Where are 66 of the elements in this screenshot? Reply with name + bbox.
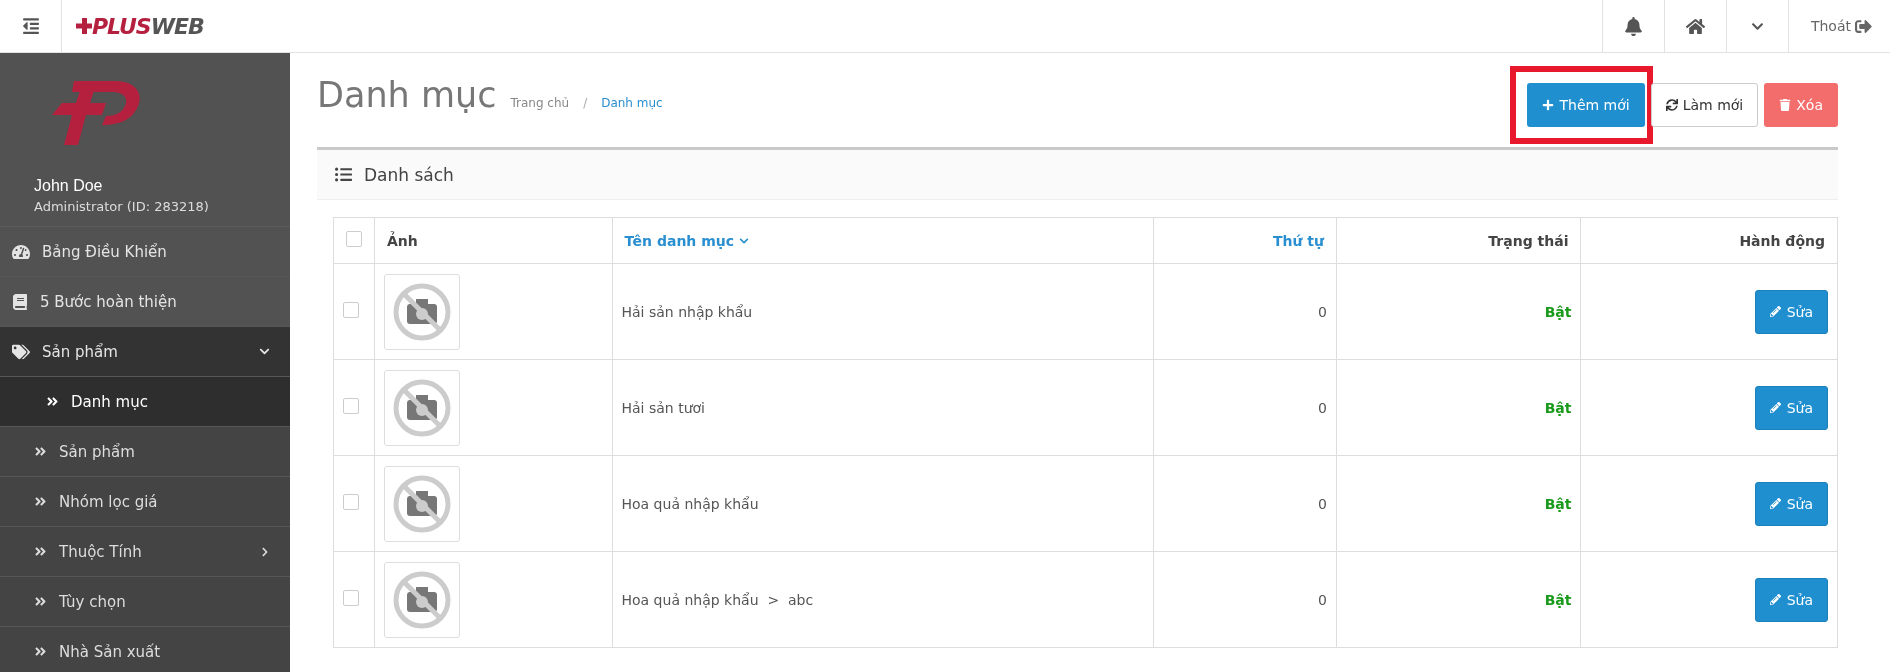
double-chevron-icon bbox=[46, 395, 59, 408]
table-cell: Hoa quả nhập khẩu > abc bbox=[612, 551, 1154, 648]
refresh-button[interactable]: Làm mới bbox=[1650, 83, 1759, 127]
column-header: Trạng thái bbox=[1336, 217, 1581, 264]
menu-icon[interactable] bbox=[21, 17, 40, 35]
user-role: Administrator (ID: 283218) bbox=[34, 199, 210, 214]
table-cell: 0 bbox=[1153, 263, 1337, 360]
page-title: Danh mục bbox=[317, 75, 497, 115]
breadcrumb-link[interactable]: Trang chủ bbox=[510, 96, 570, 110]
double-chevron-icon bbox=[34, 445, 47, 458]
double-chevron-icon bbox=[34, 545, 47, 558]
chevron-right-icon bbox=[260, 546, 270, 557]
panel-title: Danh sách bbox=[364, 164, 454, 185]
logout-link[interactable]: Thoát bbox=[1787, 0, 1890, 52]
pencil-icon bbox=[1769, 306, 1781, 317]
double-chevron-icon bbox=[34, 495, 47, 508]
table-cell: 0 bbox=[1153, 455, 1337, 552]
column-header[interactable]: Tên danh mục bbox=[612, 217, 1154, 264]
user-name: John Doe bbox=[34, 177, 104, 195]
column-header[interactable]: Thứ tự bbox=[1153, 217, 1337, 264]
gauge-icon bbox=[12, 242, 30, 261]
home-icon[interactable] bbox=[1685, 16, 1705, 36]
row-checkbox[interactable] bbox=[343, 494, 359, 510]
row-checkbox[interactable] bbox=[343, 302, 359, 318]
edit-button[interactable]: Sửa bbox=[1754, 481, 1828, 526]
list-icon bbox=[335, 166, 352, 183]
table-cell: Hải sản tươi bbox=[612, 359, 1154, 456]
pencil-icon bbox=[1769, 498, 1781, 509]
sort-caret-icon bbox=[738, 235, 749, 246]
column-header: Hành động bbox=[1581, 217, 1838, 264]
pencil-icon bbox=[1769, 402, 1781, 413]
row-checkbox[interactable] bbox=[343, 398, 359, 414]
bell-icon[interactable] bbox=[1623, 16, 1643, 36]
chevron-down-icon bbox=[259, 346, 270, 357]
breadcrumb-separator: / bbox=[583, 96, 588, 110]
status-text: Bật bbox=[1544, 495, 1572, 512]
status-text: Bật bbox=[1544, 303, 1572, 320]
edit-button[interactable]: Sửa bbox=[1754, 385, 1828, 430]
table-cell: Hải sản nhập khẩu bbox=[612, 263, 1154, 360]
edit-button[interactable]: Sửa bbox=[1754, 577, 1828, 622]
trash-icon bbox=[1779, 99, 1792, 111]
table-cell: Hoa quả nhập khẩu bbox=[612, 455, 1154, 552]
table-cell: 0 bbox=[1153, 359, 1337, 456]
tags-icon bbox=[12, 342, 30, 361]
row-checkbox[interactable] bbox=[343, 590, 359, 606]
checkbox[interactable] bbox=[346, 231, 362, 247]
double-chevron-icon bbox=[34, 595, 47, 608]
pencil-icon bbox=[1769, 594, 1781, 605]
plus-icon bbox=[1542, 99, 1555, 111]
logo[interactable]: PLUSWEB bbox=[62, 0, 1602, 52]
double-chevron-icon bbox=[34, 645, 47, 658]
column-header: Ảnh bbox=[374, 217, 612, 264]
status-text: Bật bbox=[1544, 591, 1572, 608]
status-text: Bật bbox=[1544, 399, 1572, 416]
refresh-icon bbox=[1665, 99, 1678, 111]
sign-out-icon bbox=[1855, 17, 1872, 35]
logo-plus-icon bbox=[76, 18, 92, 34]
breadcrumb-link[interactable]: Danh mục bbox=[601, 96, 663, 110]
add-button[interactable]: Thêm mới bbox=[1527, 83, 1645, 127]
sidebar-item[interactable]: Bảng Điều Khiển bbox=[0, 227, 290, 277]
edit-button[interactable]: Sửa bbox=[1754, 289, 1828, 334]
table-cell: 0 bbox=[1153, 551, 1337, 648]
sidebar-subitem[interactable]: Danh mục bbox=[0, 377, 290, 427]
sidebar-item[interactable]: Sản phẩm bbox=[0, 327, 290, 377]
sidebar-item[interactable]: 5 Bước hoàn thiện bbox=[0, 277, 290, 327]
book-icon bbox=[12, 293, 28, 310]
